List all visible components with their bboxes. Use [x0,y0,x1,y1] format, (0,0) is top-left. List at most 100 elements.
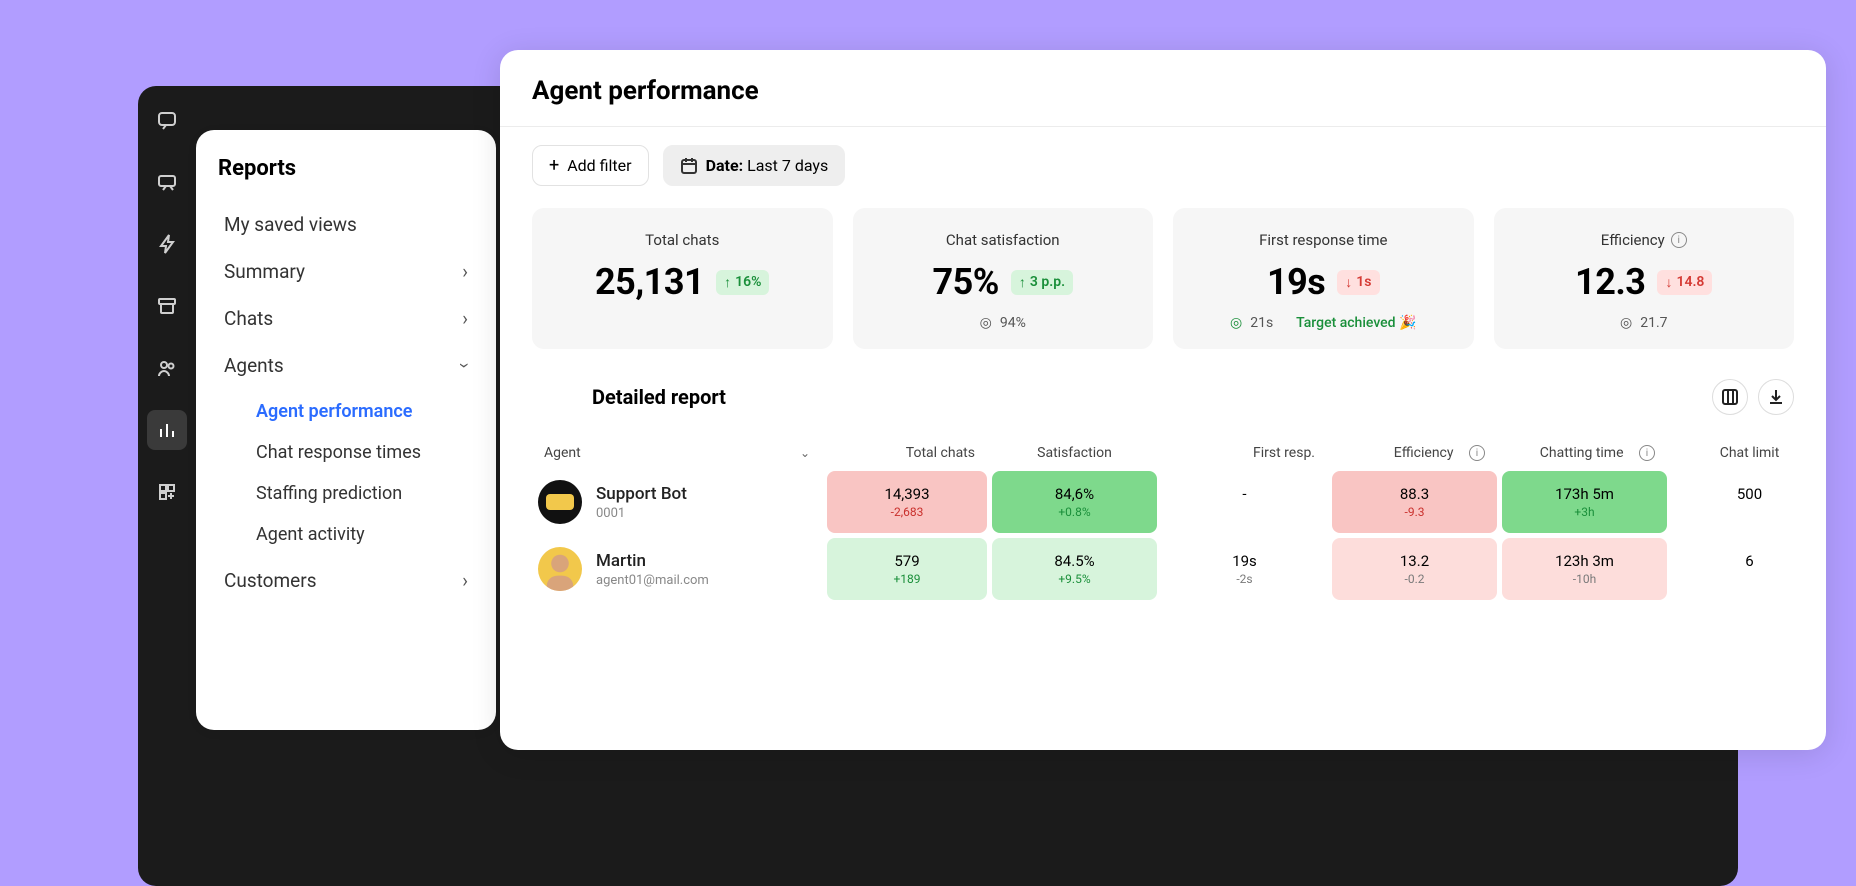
th-total-chats[interactable]: Total chats [827,435,987,471]
automation-icon [156,233,178,255]
detailed-report-title: Detailed report [532,385,726,409]
page-title: Agent performance [532,76,1794,106]
chevron-down-icon: ⌄ [800,446,810,460]
rail-archive[interactable] [147,286,187,326]
sidebar-item-label: Agents [224,354,284,377]
card-sub: ◎ 21.7 [1620,315,1668,331]
sidebar-item-agents[interactable]: Agents › [218,344,474,387]
cell-limit: 500 [1672,471,1826,533]
kpi-cards: Total chats 25,131 ↑16% Chat satisfactio… [532,208,1794,349]
sidebar-sub-agents: Agent performance Chat response times St… [218,391,474,555]
rail-reports[interactable] [147,410,187,450]
table-header: Agent ⌄ Total chats Satisfaction First r… [532,435,1794,471]
th-chat-limit[interactable]: Chat limit [1672,435,1826,471]
columns-icon [1721,388,1739,406]
add-filter-button[interactable]: + Add filter [532,145,649,186]
calendar-icon [680,157,698,175]
rail-chat[interactable] [147,100,187,140]
download-button[interactable] [1758,379,1794,415]
agent-name: Martin [596,551,709,571]
sidebar-item-saved-views[interactable]: My saved views [218,203,474,246]
main-window: Agent performance + Add filter Date: Las… [500,50,1826,750]
agent-cell: Support Bot 0001 [532,471,822,533]
card-efficiency: Efficiency i 12.3 ↓14.8 ◎ 21.7 [1494,208,1795,349]
table-row[interactable]: Support Bot 0001 14,393-2,683 84,6%+0.8%… [532,471,1794,533]
sidebar-item-agent-activity[interactable]: Agent activity [250,514,474,555]
target-icon: ◎ [1230,315,1242,331]
card-title: Chat satisfaction [946,231,1060,249]
sidebar-item-label: Agent performance [256,401,412,422]
download-icon [1767,388,1785,406]
card-delta: ↓1s [1337,270,1379,295]
date-filter-text: Date: Last 7 days [706,156,829,175]
cell-limit: 6 [1672,538,1826,600]
th-chatting-time[interactable]: Chatting time i [1502,435,1667,471]
card-value: 75% [932,261,998,303]
card-delta: ↑3 p.p. [1011,270,1073,295]
sidebar-item-chat-response-times[interactable]: Chat response times [250,432,474,473]
target-icon: ◎ [1620,315,1632,331]
detailed-report-header: Detailed report [532,379,1794,415]
card-total-chats: Total chats 25,131 ↑16% [532,208,833,349]
chevron-right-icon: › [462,260,468,283]
sidebar-item-chats[interactable]: Chats › [218,297,474,340]
avatar [538,480,582,524]
sidebar-item-customers[interactable]: Customers › [218,559,474,602]
cell-sat: 84,6%+0.8% [992,471,1157,533]
th-agent[interactable]: Agent ⌄ [532,435,822,471]
arrow-up-icon: ↑ [724,274,731,291]
cell-time: 173h 5m+3h [1502,471,1667,533]
sidebar-item-staffing-prediction[interactable]: Staffing prediction [250,473,474,514]
rail-helpdesk[interactable] [147,162,187,202]
cell-total: 579+189 [827,538,987,600]
cell-total: 14,393-2,683 [827,471,987,533]
agent-cell: Martin agent01@mail.com [532,538,822,600]
cell-sat: 84.5%+9.5% [992,538,1157,600]
divider [500,126,1826,127]
info-icon[interactable]: i [1639,445,1655,461]
sidebar-item-agent-performance[interactable]: Agent performance [250,391,474,432]
chevron-right-icon: › [462,569,468,592]
th-efficiency[interactable]: Efficiency i [1332,435,1497,471]
card-title: Efficiency i [1601,231,1687,249]
target-icon: ◎ [980,315,992,331]
filters-row: + Add filter Date: Last 7 days [532,145,1794,186]
add-filter-label: Add filter [567,156,631,175]
card-value: 19s [1267,261,1325,303]
sidebar-item-label: Chat response times [256,442,421,463]
chevron-right-icon: › [462,307,468,330]
bot-face-icon [546,494,574,510]
info-icon[interactable]: i [1469,445,1485,461]
sidebar-item-summary[interactable]: Summary › [218,250,474,293]
reports-icon [156,419,178,441]
avatar [538,547,582,591]
card-chat-satisfaction: Chat satisfaction 75% ↑3 p.p. ◎ 94% [853,208,1154,349]
card-first-response-time: First response time 19s ↓1s ◎ 21s Target… [1173,208,1474,349]
plus-icon: + [549,157,559,175]
rail-automation[interactable] [147,224,187,264]
th-satisfaction[interactable]: Satisfaction [992,435,1157,471]
columns-button[interactable] [1712,379,1748,415]
cell-first: - [1162,471,1327,533]
cell-first: 19s-2s [1162,538,1327,600]
cell-eff: 13.2-0.2 [1332,538,1497,600]
chat-icon [156,109,178,131]
reports-list: My saved views Summary › Chats › Agents … [218,203,474,602]
sidebar-item-label: Chats [224,307,273,330]
reports-panel: Reports My saved views Summary › Chats ›… [196,130,496,730]
cell-eff: 88.3-9.3 [1332,471,1497,533]
th-first-resp[interactable]: First resp. [1162,435,1327,471]
table-row[interactable]: Martin agent01@mail.com 579+189 84.5%+9.… [532,538,1794,600]
sidebar-item-label: Agent activity [256,524,365,545]
info-icon[interactable]: i [1671,232,1687,248]
card-value: 12.3 [1575,261,1645,303]
rail-people[interactable] [147,348,187,388]
card-delta: ↑16% [716,270,769,295]
rail-apps[interactable] [147,472,187,512]
sidebar-item-label: My saved views [224,213,357,236]
card-title: First response time [1259,231,1387,249]
apps-icon [156,481,178,503]
date-filter-pill[interactable]: Date: Last 7 days [663,145,846,186]
agent-subtitle: agent01@mail.com [596,573,709,588]
card-value: 25,131 [595,261,704,303]
